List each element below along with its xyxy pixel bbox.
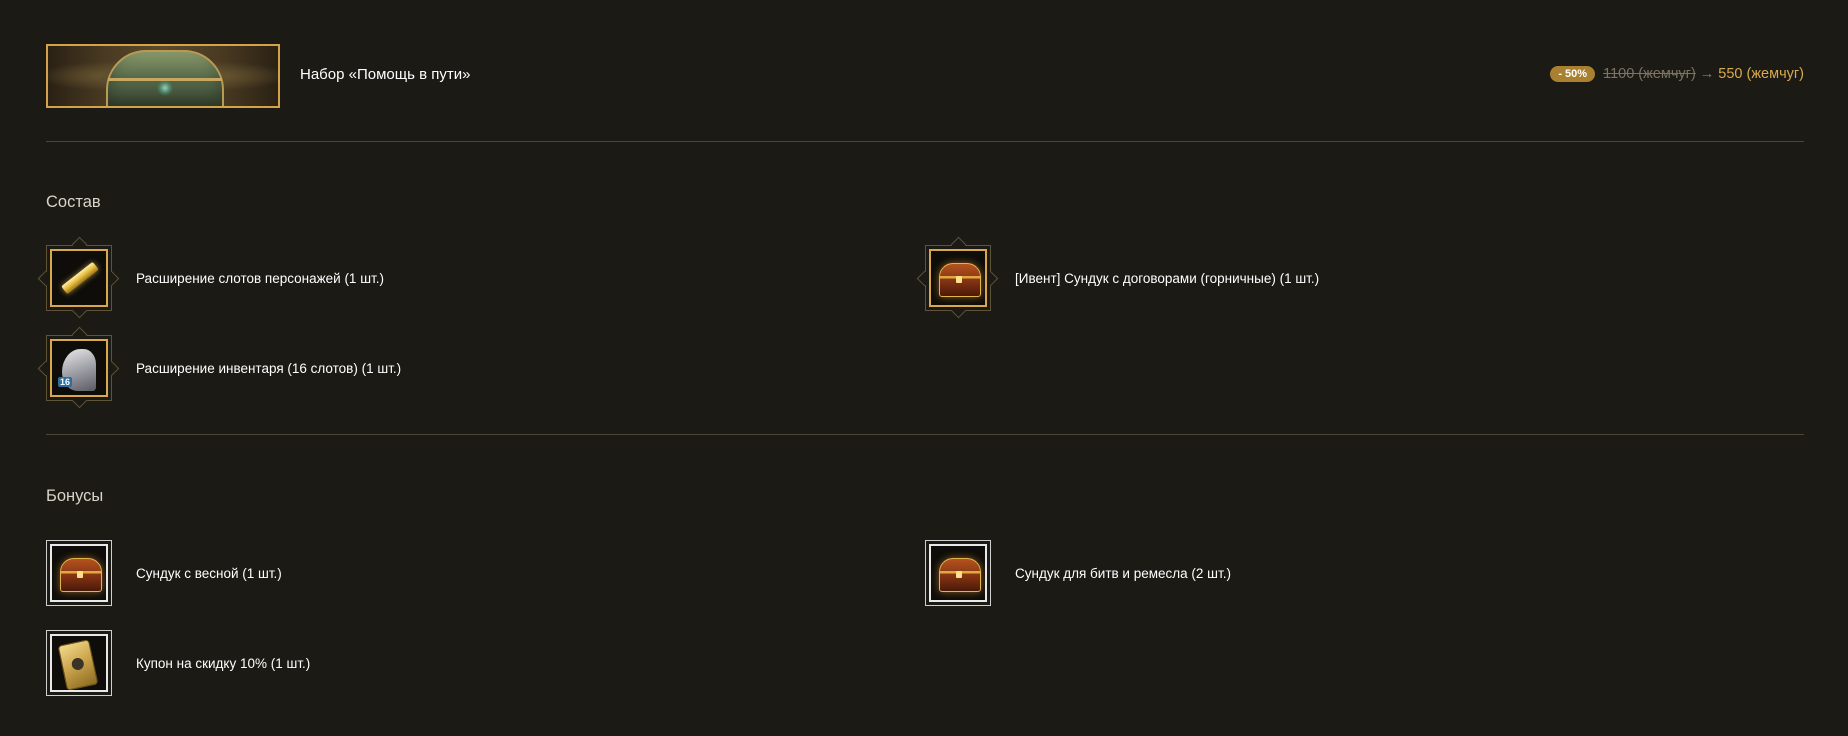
composition-item[interactable]: Расширение слотов персонажей (1 шт.) xyxy=(37,236,384,319)
item-label: Сундук с весной (1 шт.) xyxy=(136,565,282,581)
bonuses-section-title: Бонусы xyxy=(46,487,104,505)
item-slot: 16 xyxy=(37,326,120,409)
new-price: 550 (жемчуг) xyxy=(1718,66,1804,82)
price-arrow: → xyxy=(1699,66,1715,82)
divider xyxy=(46,141,1804,142)
item-label: Сундук для битв и ремесла (2 шт.) xyxy=(1015,565,1231,581)
item-label: [Ивент] Сундук с договорами (горничные) … xyxy=(1015,270,1320,286)
bonus-item[interactable]: Сундук для битв и ремесла (2 шт.) xyxy=(925,540,1231,606)
item-slot xyxy=(46,630,112,696)
old-price: 1100 (жемчуг) xyxy=(1603,66,1696,82)
item-slot xyxy=(46,540,112,606)
slot-count-badge: 16 xyxy=(58,377,73,387)
character-slot-expansion-icon xyxy=(61,261,99,295)
bundle-title: Набор «Помощь в пути» xyxy=(300,66,471,83)
discount-badge: - 50% xyxy=(1550,66,1596,82)
bundle-banner-image xyxy=(46,44,280,108)
item-label: Расширение слотов персонажей (1 шт.) xyxy=(136,270,384,286)
ornate-chest-icon xyxy=(106,50,224,106)
bonus-item[interactable]: Купон на скидку 10% (1 шт.) xyxy=(46,630,310,696)
divider xyxy=(46,434,1804,435)
composition-item[interactable]: 16 Расширение инвентаря (16 слотов) (1 ш… xyxy=(37,326,402,409)
bundle-header: Набор «Помощь в пути» - 50% 1100 (жемчуг… xyxy=(46,44,1804,108)
price-block: - 50% 1100 (жемчуг) → 550 (жемчуг) xyxy=(1550,66,1804,82)
composition-item[interactable]: [Ивент] Сундук с договорами (горничные) … xyxy=(916,236,1320,319)
bonus-item[interactable]: Сундук с весной (1 шт.) xyxy=(46,540,282,606)
composition-section-title: Состав xyxy=(46,193,101,211)
chest-icon xyxy=(939,263,981,297)
item-slot xyxy=(916,236,999,319)
item-slot xyxy=(37,236,120,319)
item-label: Расширение инвентаря (16 слотов) (1 шт.) xyxy=(136,360,402,376)
item-label: Купон на скидку 10% (1 шт.) xyxy=(136,655,311,671)
item-slot xyxy=(925,540,991,606)
coupon-icon xyxy=(57,639,99,690)
chest-icon xyxy=(939,558,981,592)
chest-icon xyxy=(60,558,102,592)
